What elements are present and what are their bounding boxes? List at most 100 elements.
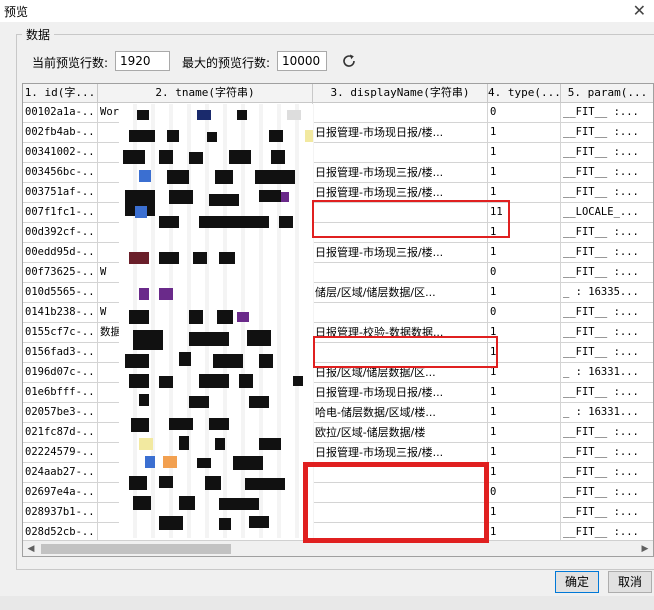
table-cell-id: 00102a1a-... [23, 103, 98, 122]
table-cell-display: 日报管理-市场现三报/楼... [313, 243, 488, 262]
table-cell-id: 00d392cf-... [23, 223, 98, 242]
table-row[interactable]: 021fc87d-... 欧拉/区域-储层数据/楼 1 __FIT__ :... [23, 423, 653, 443]
table-header: 1. id(字... 2. tname(字符串) 3. displayName(字符… [23, 84, 653, 103]
scroll-thumb[interactable] [41, 544, 231, 554]
scroll-right-icon[interactable]: ▶ [637, 541, 653, 556]
redaction-block [255, 170, 295, 184]
column-header[interactable]: 5. param(... [561, 84, 653, 102]
redaction-block [259, 354, 273, 368]
table-cell-display: 储层/区域/储层数据/区... [313, 283, 488, 302]
redaction-block [269, 130, 283, 142]
table-cell-id: 021fc87d-... [23, 423, 98, 442]
table-row[interactable]: 002fb4ab-... 日报管理-市场现日报/楼... 1 __FIT__ :... [23, 123, 653, 143]
redaction-block [193, 252, 207, 264]
redaction-block [167, 130, 179, 142]
table-cell-param: __FIT__ :... [561, 483, 653, 502]
redaction-block [219, 252, 235, 264]
redaction-block [247, 330, 271, 346]
current-rows-input[interactable] [115, 51, 170, 71]
table-cell-display: 日报管理-市场现三报/楼... [313, 443, 488, 462]
redaction-block [287, 110, 301, 120]
column-header[interactable]: 4. type(... [488, 84, 561, 102]
redaction-block [271, 150, 285, 164]
redaction-block [129, 310, 149, 324]
table-cell-param: __FIT__ :... [561, 103, 653, 122]
table-cell-id: 02224579-... [23, 443, 98, 462]
redaction-block [199, 216, 269, 228]
scroll-left-icon[interactable]: ◀ [23, 541, 39, 556]
table-cell-type: 1 [488, 283, 561, 302]
table-cell-type: 1 [488, 443, 561, 462]
redaction-block [281, 192, 289, 202]
table-row[interactable]: 00341002-... 1 __FIT__ :... [23, 143, 653, 163]
table-row[interactable]: 01e6bfff-... 日报管理-市场现日报/楼... 1 __FIT__ :... [23, 383, 653, 403]
close-icon[interactable]: ✕ [633, 1, 646, 20]
table-cell-param: __FIT__ :... [561, 163, 653, 182]
redaction-block [249, 516, 269, 528]
table-cell-param: __FIT__ :... [561, 343, 653, 362]
table-cell-type: 0 [488, 103, 561, 122]
table-cell-type: 1 [488, 243, 561, 262]
redaction-block [305, 130, 313, 142]
table-cell-display: 日报管理-市场现三报/楼... [313, 163, 488, 182]
table-cell-param: __FIT__ :... [561, 183, 653, 202]
table-cell-type: 0 [488, 263, 561, 282]
cancel-button[interactable]: 取消 [608, 571, 652, 593]
table-cell-id: 0141b238-... [23, 303, 98, 322]
table-cell-type: 1 [488, 323, 561, 342]
redaction-block [209, 418, 229, 430]
refresh-icon[interactable] [340, 52, 358, 70]
table-cell-param: __FIT__ :... [561, 143, 653, 162]
redaction-block [159, 476, 173, 488]
table-cell-id: 010d5565-... [23, 283, 98, 302]
redaction-block [131, 418, 149, 432]
table-cell-param: __FIT__ :... [561, 463, 653, 482]
redaction-block [125, 354, 149, 368]
table-cell-param: __FIT__ :... [561, 263, 653, 282]
redaction-block [189, 396, 209, 408]
redaction-block [205, 476, 221, 490]
redaction-block [215, 438, 225, 450]
table-row[interactable]: 003456bc-... 日报管理-市场现三报/楼... 1 __FIT__ :... [23, 163, 653, 183]
table-cell-param: __FIT__ :... [561, 323, 653, 342]
column-header[interactable]: 2. tname(字符串) [98, 84, 313, 102]
table-cell-id: 00edd95d-... [23, 243, 98, 262]
column-header[interactable]: 3. displayName(字符串) [313, 84, 488, 102]
redaction-block [179, 352, 191, 366]
redaction-block [189, 310, 203, 324]
redaction-block [197, 110, 211, 120]
table-cell-param: __LOCALE_... [561, 203, 653, 222]
redaction-block [129, 252, 149, 264]
redaction-block [159, 516, 183, 530]
table-cell-display [313, 263, 488, 282]
table-cell-id: 02697e4a-... [23, 483, 98, 502]
max-rows-input[interactable] [277, 51, 327, 71]
group-label: 数据 [22, 26, 55, 43]
table-row[interactable]: 00f73625-... W 0 __FIT__ :... [23, 263, 653, 283]
redaction-block [217, 310, 233, 324]
table-cell-display [313, 303, 488, 322]
redaction-block [139, 288, 149, 300]
current-rows-label: 当前预览行数: [32, 56, 109, 70]
table-row[interactable]: 00edd95d-... 日报管理-市场现三报/楼... 1 __FIT__ :... [23, 243, 653, 263]
redaction-block [137, 110, 149, 120]
redaction-block [249, 396, 269, 408]
column-header[interactable]: 1. id(字... [23, 84, 98, 102]
table-row[interactable]: 0141b238-... W 0 __FIT__ :... [23, 303, 653, 323]
redaction-block [279, 216, 293, 228]
annotation-box-1 [312, 200, 510, 238]
table-cell-param: __FIT__ :... [561, 123, 653, 142]
table-cell-param: _ : 16331... [561, 363, 653, 382]
table-cell-id: 01e6bfff-... [23, 383, 98, 402]
ok-button[interactable]: 确定 [555, 571, 599, 593]
table-cell-display: 日报管理-市场现日报/楼... [313, 123, 488, 142]
redaction-block [209, 194, 239, 206]
table-cell-param: __FIT__ :... [561, 383, 653, 402]
redaction-block [133, 496, 151, 510]
table-row[interactable]: 010d5565-... 储层/区域/储层数据/区... 1 _ : 16335... [23, 283, 653, 303]
table-row[interactable]: 00102a1a-...WorkBook61.cpt0__FIT__ :... [23, 103, 653, 123]
table-row[interactable]: 02224579-... 日报管理-市场现三报/楼... 1 __FIT__ :... [23, 443, 653, 463]
title-bar: 预览 ✕ [0, 0, 654, 22]
table-row[interactable]: 02057be3-... 哈电-储层数据/区域/楼... 1 _ : 16331... [23, 403, 653, 423]
preview-dialog: 预览 ✕ 数据 当前预览行数: 最大的预览行数: 1. id(字...2. tn… [0, 0, 654, 596]
